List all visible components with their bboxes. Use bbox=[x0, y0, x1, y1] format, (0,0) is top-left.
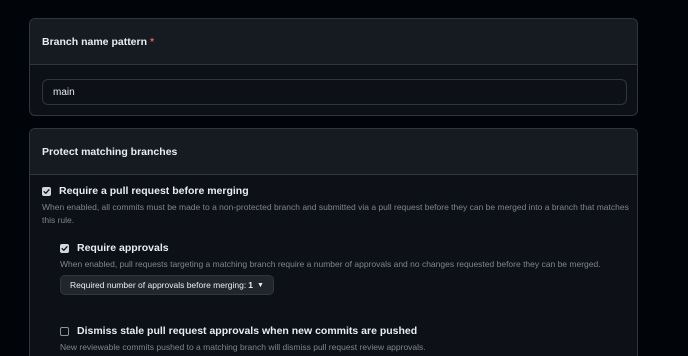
branch-protection-page: Branch name pattern * Protect matching b… bbox=[0, 0, 688, 356]
required-approvals-select-value: 1 bbox=[248, 280, 253, 290]
dismiss-stale-approvals-label: Dismiss stale pull request approvals whe… bbox=[77, 325, 418, 337]
check-icon bbox=[43, 188, 50, 194]
branch-name-pattern-section: Branch name pattern * bbox=[29, 18, 638, 116]
require-approvals-checkbox[interactable] bbox=[60, 243, 69, 253]
branch-name-pattern-label: Branch name pattern bbox=[42, 35, 148, 48]
require-approvals-description: When enabled, pull requests targeting a … bbox=[60, 259, 601, 269]
required-approvals-select[interactable]: Required number of approvals before merg… bbox=[60, 275, 274, 295]
caret-down-icon: ▼ bbox=[256, 281, 264, 289]
require-pull-request-label: Require a pull request before merging bbox=[59, 185, 249, 197]
check-icon bbox=[61, 245, 68, 251]
require-approvals-label: Require approvals bbox=[77, 242, 169, 254]
branch-name-pattern-input[interactable] bbox=[42, 79, 627, 105]
dismiss-stale-approvals-row[interactable]: Dismiss stale pull request approvals whe… bbox=[60, 325, 628, 337]
require-pull-request-description: When enabled, all commits must be made t… bbox=[42, 202, 629, 225]
require-pull-request-checkbox[interactable] bbox=[42, 186, 51, 196]
dismiss-stale-approvals-option: Dismiss stale pull request approvals whe… bbox=[60, 325, 628, 354]
require-pull-request-option: Require a pull request before merging Wh… bbox=[42, 185, 630, 227]
branch-name-input-wrapper bbox=[30, 65, 637, 105]
dismiss-stale-approvals-checkbox[interactable] bbox=[60, 326, 69, 336]
protect-matching-branches-section: Protect matching branches Require a pull… bbox=[29, 128, 638, 356]
required-approvals-select-label: Required number of approvals before merg… bbox=[70, 280, 247, 290]
require-approvals-option: Require approvals When enabled, pull req… bbox=[60, 242, 628, 295]
branch-name-pattern-header: Branch name pattern * bbox=[30, 19, 637, 65]
require-pull-request-row[interactable]: Require a pull request before merging bbox=[42, 185, 630, 197]
require-approvals-row[interactable]: Require approvals bbox=[60, 242, 628, 254]
protect-matching-branches-header: Protect matching branches bbox=[30, 129, 637, 175]
required-marker: * bbox=[150, 35, 155, 48]
dismiss-stale-approvals-description: New reviewable commits pushed to a match… bbox=[60, 342, 426, 352]
